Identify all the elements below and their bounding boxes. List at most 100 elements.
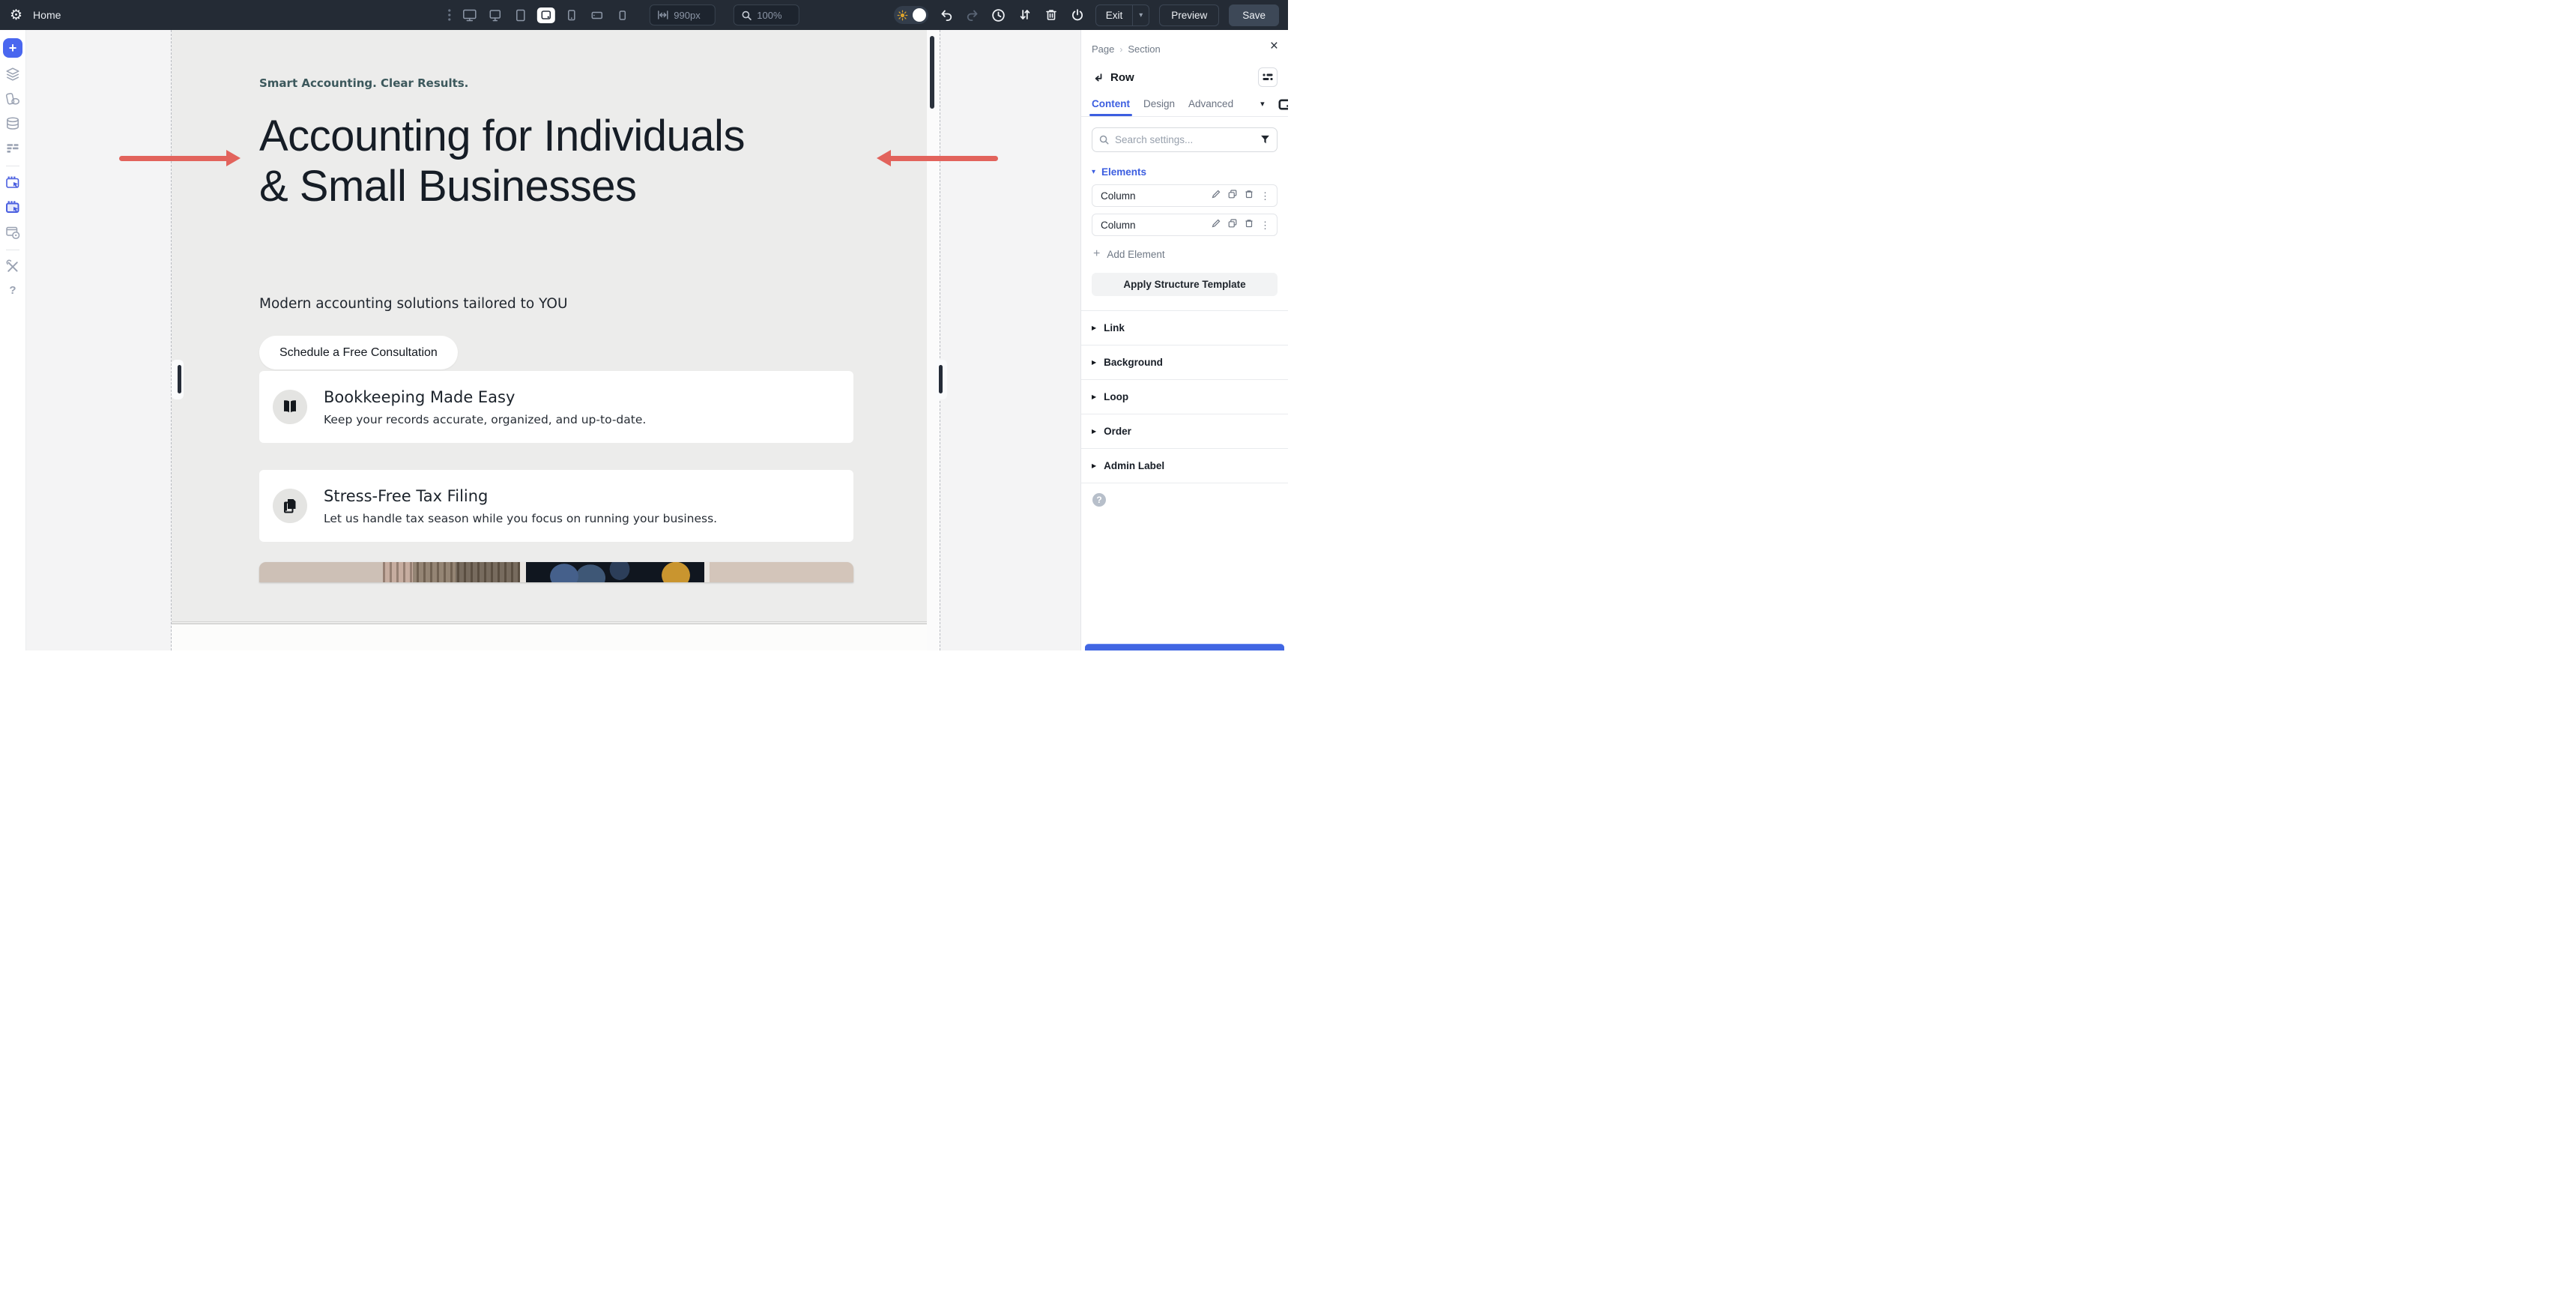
cta-button-label: Schedule a Free Consultation: [279, 346, 438, 360]
feature-card-bookkeeping[interactable]: Bookkeeping Made Easy Keep your records …: [259, 371, 853, 443]
trash-icon[interactable]: [1043, 7, 1059, 23]
breadcrumb-section[interactable]: Section: [1128, 43, 1160, 55]
tabs-dropdown-caret-icon[interactable]: ▾: [1260, 99, 1265, 115]
card-description: Let us handle tax season while you focus…: [324, 512, 717, 525]
panel-help-icon[interactable]: ?: [1092, 493, 1106, 507]
accordion-background[interactable]: ▶ Background: [1081, 345, 1288, 380]
panel-bottom-blue-bar[interactable]: [1085, 644, 1284, 650]
tab-advanced[interactable]: Advanced: [1188, 98, 1233, 116]
layers-icon[interactable]: [4, 66, 21, 82]
edit-pencil-icon[interactable]: [1211, 189, 1221, 203]
element-row-label: Column: [1101, 190, 1136, 202]
sort-structure-icon[interactable]: [1017, 7, 1033, 23]
next-page-section[interactable]: [172, 624, 927, 650]
accordion-loop[interactable]: ▶ Loop: [1081, 380, 1288, 414]
selected-element-label: Row: [1110, 71, 1134, 84]
elements-section-title: Elements: [1101, 166, 1146, 178]
power-icon[interactable]: [1069, 7, 1086, 23]
accordion-admin-label[interactable]: ▶ Admin Label: [1081, 449, 1288, 483]
filter-funnel-icon[interactable]: [1260, 134, 1271, 148]
more-options-kebab-icon[interactable]: ⋮: [1260, 220, 1270, 230]
breakpoint-phone-small-icon[interactable]: [613, 7, 631, 23]
tabs-divider: [1081, 116, 1288, 117]
annotation-arrow-right: [877, 150, 998, 167]
settings-panel: Page › Section × Row Content Design Adva…: [1080, 30, 1288, 650]
history-icon[interactable]: [991, 7, 1007, 23]
toggle-knob: [913, 8, 926, 22]
media-browser-icon[interactable]: [4, 224, 21, 241]
more-options-kebab-icon[interactable]: ⋮: [1260, 191, 1270, 201]
database-icon[interactable]: [4, 115, 21, 132]
column-resize-handle-left[interactable]: [178, 365, 181, 393]
delete-trash-icon[interactable]: [1244, 218, 1254, 232]
save-button[interactable]: Save: [1229, 4, 1279, 26]
canvas-scrollbar-thumb[interactable]: [930, 36, 934, 109]
cta-button[interactable]: Schedule a Free Consultation: [259, 336, 458, 369]
apply-structure-template-label: Apply Structure Template: [1123, 279, 1245, 290]
exit-button[interactable]: Exit ▾: [1095, 4, 1150, 26]
save-button-label: Save: [1230, 10, 1278, 21]
add-element-sidebar-button[interactable]: +: [3, 38, 22, 58]
redo-icon[interactable]: [964, 7, 981, 23]
settings-accordions: ▶ Link ▶ Background ▶ Loop ▶ Order ▶ Adm…: [1081, 310, 1288, 483]
canvas-zoom-input[interactable]: 100%: [733, 4, 799, 25]
accordion-order[interactable]: ▶ Order: [1081, 414, 1288, 449]
documents-icon: [273, 489, 307, 523]
design-library-icon[interactable]: [4, 91, 21, 107]
responsive-mode-icon[interactable]: [1278, 99, 1288, 115]
section-selector-icon[interactable]: [4, 199, 21, 216]
element-row-column-1[interactable]: Column ⋮: [1092, 184, 1278, 207]
expand-triangle-icon: ▶: [1092, 325, 1096, 331]
list-settings-icon[interactable]: [4, 140, 21, 157]
exit-dropdown-caret-icon[interactable]: ▾: [1132, 5, 1149, 25]
accordion-link[interactable]: ▶ Link: [1081, 311, 1288, 345]
hero-heading[interactable]: Accounting for Individuals & Small Busin…: [259, 111, 881, 211]
breakpoint-tablet-portrait-icon[interactable]: [511, 7, 529, 23]
elements-section-header[interactable]: ▾ Elements: [1092, 166, 1278, 178]
sun-icon: [897, 10, 908, 21]
breakpoint-desktop-icon[interactable]: [460, 7, 478, 23]
structure-view-button[interactable]: [1258, 67, 1278, 87]
hero-image-strip[interactable]: [259, 562, 853, 582]
add-element-button[interactable]: + Add Element: [1092, 248, 1278, 260]
builder-canvas: Smart Accounting. Clear Results. Account…: [26, 30, 1080, 650]
breadcrumb: Page › Section: [1092, 30, 1278, 55]
add-element-label: Add Element: [1107, 249, 1164, 260]
settings-gear-icon[interactable]: ⚙: [10, 8, 22, 22]
element-row-column-2[interactable]: Column ⋮: [1092, 214, 1278, 236]
breakpoint-monitor-icon[interactable]: [486, 7, 504, 23]
canvas-zoom-value: 100%: [757, 10, 781, 21]
breakpoint-phone-landscape-icon[interactable]: [587, 7, 605, 23]
feature-card-tax-filing[interactable]: Stress-Free Tax Filing Let us handle tax…: [259, 470, 853, 542]
document-title: Home: [33, 9, 61, 21]
edit-pencil-icon[interactable]: [1211, 218, 1221, 232]
close-panel-icon[interactable]: ×: [1270, 39, 1278, 53]
exit-button-label: Exit: [1096, 10, 1133, 21]
card-title: Stress-Free Tax Filing: [324, 487, 717, 505]
duplicate-icon[interactable]: [1227, 218, 1238, 232]
apply-structure-template-button[interactable]: Apply Structure Template: [1092, 273, 1278, 296]
canvas-width-input[interactable]: 990px: [649, 4, 715, 25]
breadcrumb-separator-icon: ›: [1119, 44, 1122, 55]
duplicate-icon[interactable]: [1227, 189, 1238, 203]
search-settings-input[interactable]: [1092, 127, 1278, 152]
dark-mode-toggle[interactable]: [894, 6, 928, 24]
tab-content[interactable]: Content: [1092, 98, 1130, 116]
breakpoint-phone-portrait-icon[interactable]: [562, 7, 580, 23]
tools-icon[interactable]: [4, 259, 21, 275]
breadcrumb-page[interactable]: Page: [1092, 43, 1114, 55]
element-selector-icon[interactable]: [4, 175, 21, 191]
preview-button[interactable]: Preview: [1159, 4, 1219, 26]
hero-heading-line2: & Small Businesses: [259, 161, 881, 211]
tab-design[interactable]: Design: [1143, 98, 1175, 116]
undo-icon[interactable]: [938, 7, 955, 23]
canvas-scrollbar-track[interactable]: [927, 30, 940, 650]
back-arrow-icon[interactable]: [1092, 72, 1104, 83]
drag-handle-icon[interactable]: [447, 8, 451, 22]
help-icon[interactable]: ?: [9, 284, 16, 297]
hero-eyebrow: Smart Accounting. Clear Results.: [259, 76, 468, 90]
delete-trash-icon[interactable]: [1244, 189, 1254, 203]
breakpoint-tablet-landscape-icon-active[interactable]: [536, 7, 554, 23]
expand-triangle-icon: ▶: [1092, 393, 1096, 400]
column-resize-handle-right[interactable]: [939, 365, 943, 393]
